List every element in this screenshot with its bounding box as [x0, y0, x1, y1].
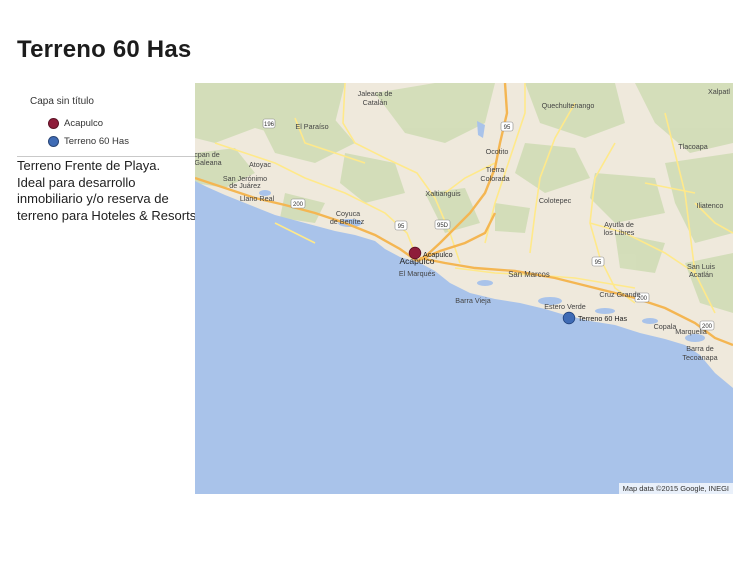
map-attribution[interactable]: Map data ©2015 Google, INEGI [618, 483, 733, 494]
legend-layer-name[interactable]: Capa sin título [30, 96, 129, 107]
marker-label: Terreno 60 Has [578, 314, 628, 323]
svg-text:Quechultenango: Quechultenango [542, 101, 595, 110]
description-line: inmobiliario y/o reserva de [17, 191, 169, 206]
map-svg[interactable]: 196 95 95D 200 95 95 200 200 Jaleaca de … [195, 83, 733, 494]
svg-text:95: 95 [504, 125, 511, 131]
highway-shield-icon: 95 [394, 220, 408, 231]
map-legend: Capa sin título Acapulco Terreno 60 Has [30, 96, 129, 150]
svg-text:200: 200 [293, 202, 304, 208]
svg-text:Atoyac: Atoyac [249, 160, 271, 169]
svg-text:los Libres: los Libres [604, 228, 635, 237]
page-title: Terreno 60 Has [17, 36, 192, 63]
svg-text:95: 95 [398, 224, 405, 230]
legend-item-label: Acapulco [64, 117, 104, 129]
svg-text:Marquelia: Marquelia [675, 327, 707, 336]
svg-text:Acatlán: Acatlán [689, 270, 713, 279]
svg-text:Copala: Copala [654, 322, 677, 331]
legend-item-acapulco[interactable]: Acapulco [48, 114, 129, 132]
highway-shield-icon: 95 [591, 256, 605, 267]
svg-text:de Benítez: de Benítez [330, 217, 365, 226]
marker-label: Acapulco [423, 250, 453, 259]
svg-text:95D: 95D [437, 223, 449, 229]
svg-text:Tierra: Tierra [486, 165, 505, 174]
svg-text:Galeana: Galeana [195, 158, 222, 167]
svg-text:Barra de: Barra de [686, 344, 714, 353]
marker-terreno-60-has[interactable]: Terreno 60 Has [562, 311, 628, 325]
svg-text:Xaltianguis: Xaltianguis [425, 189, 461, 198]
circle-marker-icon [408, 246, 422, 260]
description-line: Ideal para desarrollo [17, 174, 136, 190]
highway-shield-icon: 95 [500, 121, 514, 132]
svg-text:San Marcos: San Marcos [508, 270, 550, 279]
legend-item-terreno[interactable]: Terreno 60 Has [48, 132, 129, 150]
description-line: Terreno Frente de Playa. [17, 158, 161, 173]
circle-marker-icon [562, 311, 576, 325]
svg-text:Iliatenco: Iliatenco [697, 201, 724, 210]
svg-text:Llano Real: Llano Real [240, 194, 275, 203]
circle-marker-icon [48, 135, 59, 147]
legend-item-label: Terreno 60 Has [64, 135, 129, 147]
svg-text:Ocotito: Ocotito [486, 147, 509, 156]
description-line: terreno para Hoteles & Resorts [17, 207, 197, 223]
highway-shield-icon: 200 [290, 198, 306, 209]
svg-text:El Paraíso: El Paraíso [295, 122, 328, 131]
divider [17, 156, 195, 157]
svg-text:196: 196 [264, 122, 275, 128]
svg-text:95: 95 [595, 260, 602, 266]
circle-marker-icon [48, 117, 59, 129]
svg-text:Colorada: Colorada [480, 174, 509, 183]
svg-text:Jaleaca de: Jaleaca de [358, 89, 393, 98]
map-canvas[interactable]: 196 95 95D 200 95 95 200 200 Jaleaca de … [195, 83, 733, 494]
svg-text:Tecoanapa: Tecoanapa [682, 353, 717, 362]
svg-text:Cruz Grande: Cruz Grande [599, 290, 640, 299]
svg-text:Colotepec: Colotepec [539, 196, 572, 205]
svg-text:Catalán: Catalán [363, 98, 388, 107]
svg-text:Estero Verde: Estero Verde [544, 302, 586, 311]
svg-text:Tlacoapa: Tlacoapa [678, 142, 708, 151]
svg-text:de Juárez: de Juárez [229, 181, 261, 190]
description: Terreno Frente de Playa. Ideal para desa… [17, 158, 207, 224]
highway-shield-icon: 196 [262, 118, 276, 129]
svg-text:El Marqués: El Marqués [399, 269, 436, 278]
svg-text:Xalpatl: Xalpatl [708, 87, 730, 96]
svg-text:Barra Vieja: Barra Vieja [455, 296, 490, 305]
highway-shield-icon: 95D [434, 219, 451, 230]
